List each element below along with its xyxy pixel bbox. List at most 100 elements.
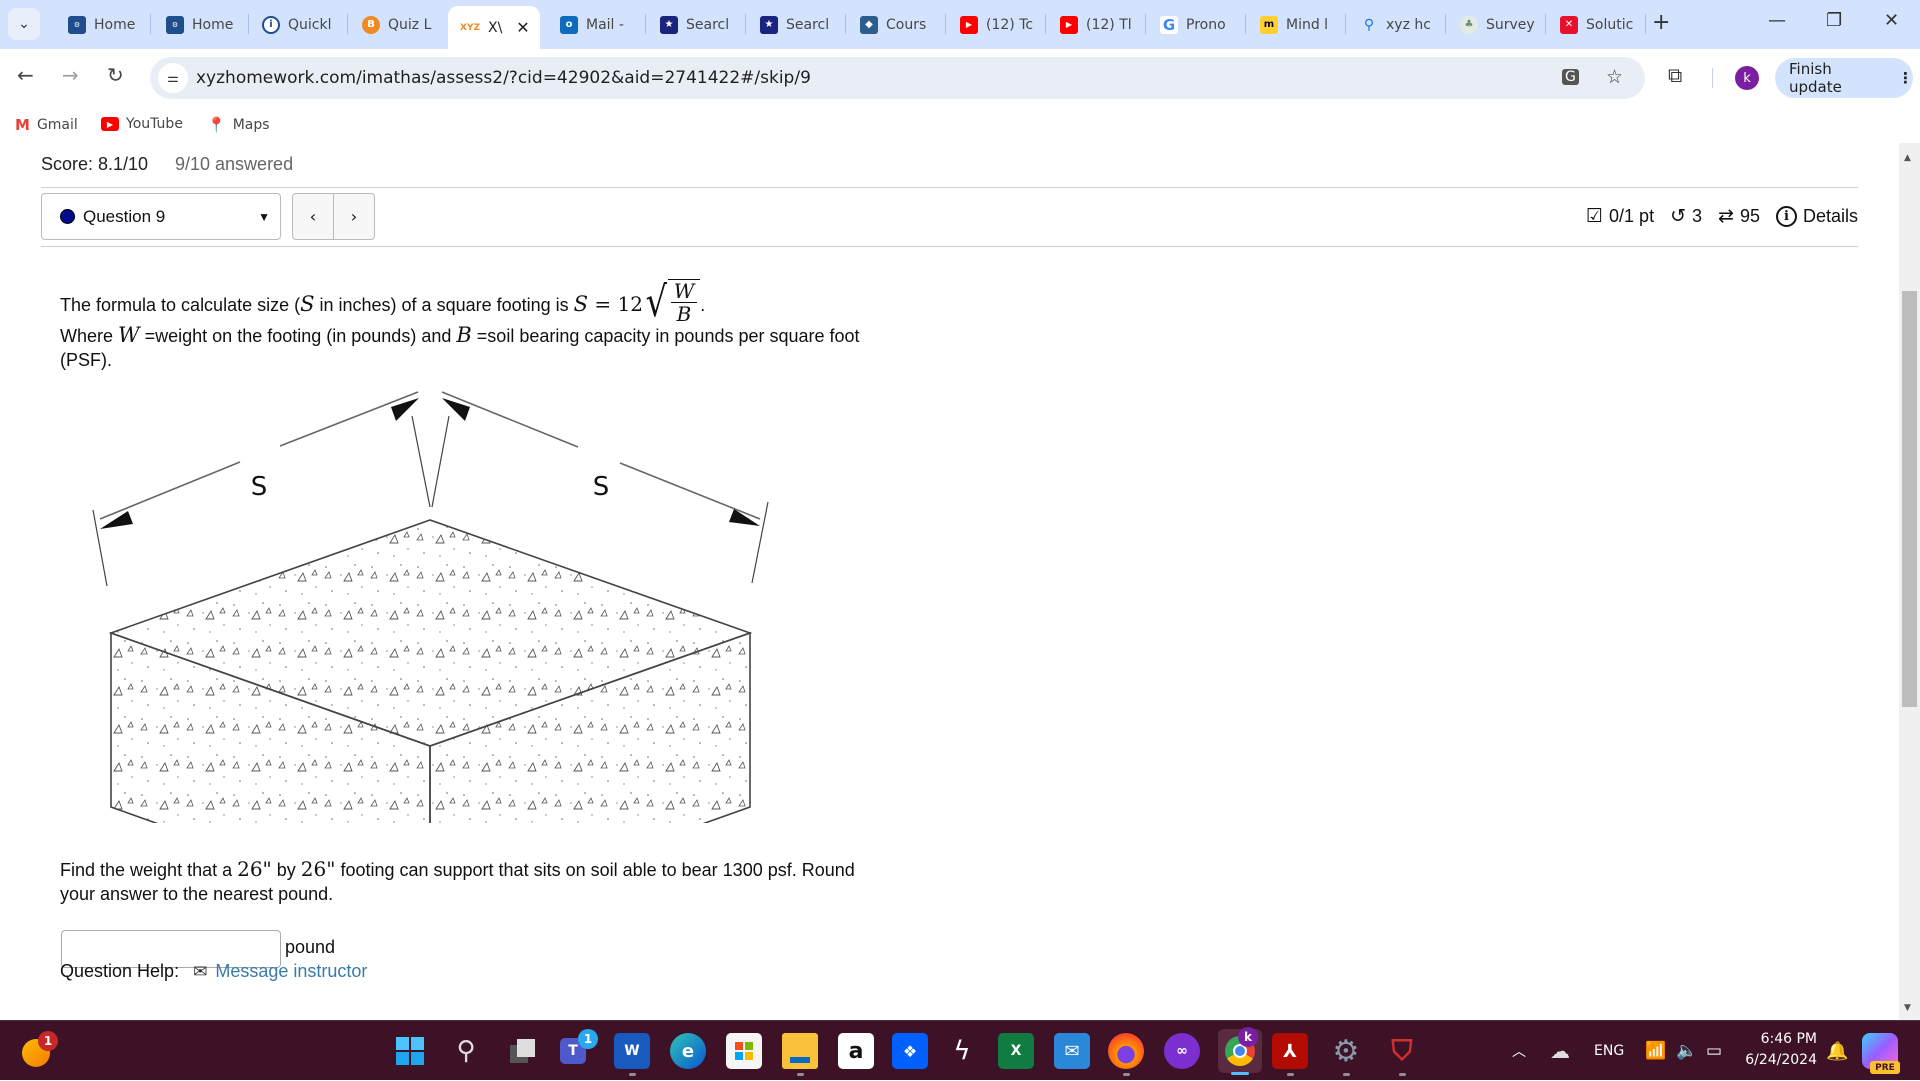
tab-search-1[interactable]: ★ Searcl (648, 8, 742, 41)
miro-icon: m (1260, 15, 1278, 34)
tab-strip: ⌄ ⚙ Home ⚙ Home i Quickl B Quiz L XYZ X\… (0, 0, 1920, 49)
search-icon[interactable]: ⚲ (448, 1033, 484, 1069)
minimize-button[interactable]: — (1768, 10, 1786, 31)
info-icon[interactable]: i (1775, 205, 1797, 227)
quick-icon: i (262, 15, 280, 34)
close-tab-icon[interactable]: ✕ (516, 18, 529, 37)
details-button[interactable]: Details (1803, 206, 1858, 227)
extension-line (411, 415, 431, 508)
page-scrollbar[interactable]: ▲ ▼ (1899, 143, 1920, 1020)
excel-icon[interactable]: X (998, 1033, 1034, 1069)
question-meta: ☑ 0/1 pt ↺ 3 ⇄ 95 i Details (1586, 205, 1858, 227)
show-hidden-icons[interactable]: ︿ (1512, 1021, 1526, 1081)
dimension-label-left: S (251, 472, 268, 502)
chevron-up-icon: ︿ (1512, 1044, 1526, 1060)
file-explorer-icon[interactable] (782, 1033, 818, 1069)
start-button[interactable] (392, 1033, 428, 1069)
dimension-line (441, 391, 579, 448)
tab-quick[interactable]: i Quickl (250, 8, 344, 41)
reload-icon[interactable]: ↻ (107, 63, 124, 87)
clock-time: 6:46 PM (1760, 1031, 1817, 1047)
outlook-icon: o (560, 15, 578, 34)
clock-date: 6/24/2024 (1745, 1052, 1817, 1068)
word-icon[interactable]: W (614, 1033, 650, 1069)
notification-badge: 1 (38, 1031, 58, 1051)
tab-home-2[interactable]: ⚙ Home (154, 8, 246, 41)
extension-line (92, 509, 108, 587)
profile-avatar[interactable]: k (1735, 66, 1759, 90)
onedrive-icon[interactable]: ☁ (1550, 1021, 1570, 1081)
message-instructor-link[interactable]: Message instructor (215, 961, 367, 982)
mcafee-icon[interactable]: ⛉ (1384, 1033, 1420, 1069)
envelope-icon: ✉ (193, 961, 208, 982)
assessment-page: Score: 8.1/10 9/10 answered Question 9 ▼… (0, 143, 1898, 1020)
scroll-up-icon[interactable]: ▲ (1904, 153, 1911, 163)
tab-youtube-2[interactable]: ▶ (12) Tl (1048, 8, 1142, 41)
tab-xyz-active[interactable]: XYZ X\ ✕ (448, 6, 540, 49)
more-menu-icon: ⋮ (1898, 69, 1913, 87)
volume-icon[interactable]: 🔈 (1676, 1021, 1697, 1081)
notification-bell-icon[interactable]: 🔔 (1826, 1021, 1848, 1081)
language-indicator[interactable]: ENG (1594, 1021, 1624, 1081)
youtube-icon: ▶ (1060, 15, 1078, 34)
battery-icon[interactable]: ▭ (1706, 1021, 1722, 1081)
task-view-icon[interactable] (504, 1033, 540, 1069)
bookmarks-bar: M Gmail ▶ YouTube 📍 Maps (0, 106, 1920, 143)
tab-quiz[interactable]: B Quiz L (350, 8, 440, 41)
arrowhead (100, 511, 133, 529)
tab-youtube-1[interactable]: ▶ (12) Tc (948, 8, 1042, 41)
tab-pronounce[interactable]: G Prono (1148, 8, 1242, 41)
prompt-line-1: Find the weight that a 26" by 26" footin… (60, 857, 855, 881)
url-text[interactable]: xyzhomework.com/imathas/assess2/?cid=429… (196, 68, 811, 88)
wifi-icon[interactable]: 📶 (1645, 1021, 1666, 1081)
tab-xyz-search[interactable]: ⚲ xyz hc (1348, 8, 1442, 41)
tab-solution[interactable]: ✕ Solutic (1548, 8, 1642, 41)
tab-search-button[interactable]: ⌄ (8, 8, 40, 40)
b-icon: B (362, 15, 380, 34)
scroll-thumb[interactable] (1902, 291, 1917, 707)
address-bar[interactable]: ⚌ xyzhomework.com/imathas/assess2/?cid=4… (150, 57, 1645, 99)
scroll-down-icon[interactable]: ▼ (1904, 1003, 1911, 1013)
firefox-icon[interactable] (1108, 1033, 1144, 1069)
settings-gear-icon[interactable]: ⚙ (1328, 1033, 1364, 1069)
bookmark-maps[interactable]: 📍 Maps (207, 116, 270, 134)
acrobat-icon[interactable]: ⅄ (1272, 1033, 1308, 1069)
dropbox-icon[interactable]: ❖ (892, 1033, 928, 1069)
ccbc-icon: ⚙ (166, 15, 184, 34)
forward-icon[interactable]: → (62, 63, 79, 87)
bolt-app-icon[interactable]: ϟ (944, 1033, 980, 1069)
amazon-icon[interactable]: a (838, 1033, 874, 1069)
tab-course[interactable]: ◆ Cours (848, 8, 942, 41)
edge-icon[interactable]: e (670, 1033, 706, 1069)
extensions-icon[interactable]: ⧉ (1668, 63, 1682, 87)
back-icon[interactable]: ← (17, 63, 34, 87)
translate-icon[interactable]: G (1562, 69, 1579, 85)
youtube-icon: ▶ (101, 117, 119, 131)
finish-update-button[interactable]: Finish update ⋮ (1775, 58, 1913, 98)
unit-label: pound (285, 937, 336, 957)
windows-taskbar: 1 ⚲ T 1 W e a ❖ ϟ X ✉ ∞ k ⅄ ⚙ ⛉ ︿ ☁ ENG … (0, 1020, 1920, 1080)
chevron-down-icon: ⌄ (18, 16, 30, 32)
bookmark-gmail[interactable]: M Gmail (15, 116, 78, 134)
system-clock[interactable]: 6:46 PM 6/24/2024 (1735, 1029, 1817, 1071)
bookmark-star-icon[interactable]: ☆ (1606, 66, 1623, 88)
tab-home-1[interactable]: ⚙ Home (56, 8, 144, 41)
retries-count: 3 (1692, 205, 1703, 226)
tab-search-2[interactable]: ★ Searcl (748, 8, 842, 41)
site-info-icon[interactable]: ⚌ (158, 63, 188, 93)
chrome-profile-badge: k (1238, 1027, 1258, 1047)
search-icon: ⚲ (1363, 16, 1375, 33)
bookmark-youtube[interactable]: ▶ YouTube (101, 116, 183, 132)
prompt-line-2: your answer to the nearest pound. (60, 884, 334, 904)
tab-miro[interactable]: m Mind l (1248, 8, 1342, 41)
new-tab-button[interactable]: + (1652, 10, 1670, 35)
private-browser-icon[interactable]: ∞ (1164, 1033, 1200, 1069)
store-icon[interactable] (726, 1033, 762, 1069)
tree-icon: ♣ (1460, 15, 1478, 34)
maps-icon: 📍 (207, 116, 226, 134)
tab-survey[interactable]: ♣ Survey (1448, 8, 1542, 41)
mail-icon[interactable]: ✉ (1054, 1033, 1090, 1069)
tab-mail[interactable]: o Mail - (548, 8, 642, 41)
restore-button[interactable]: ❐ (1826, 10, 1842, 31)
close-window-button[interactable]: ✕ (1884, 10, 1899, 31)
